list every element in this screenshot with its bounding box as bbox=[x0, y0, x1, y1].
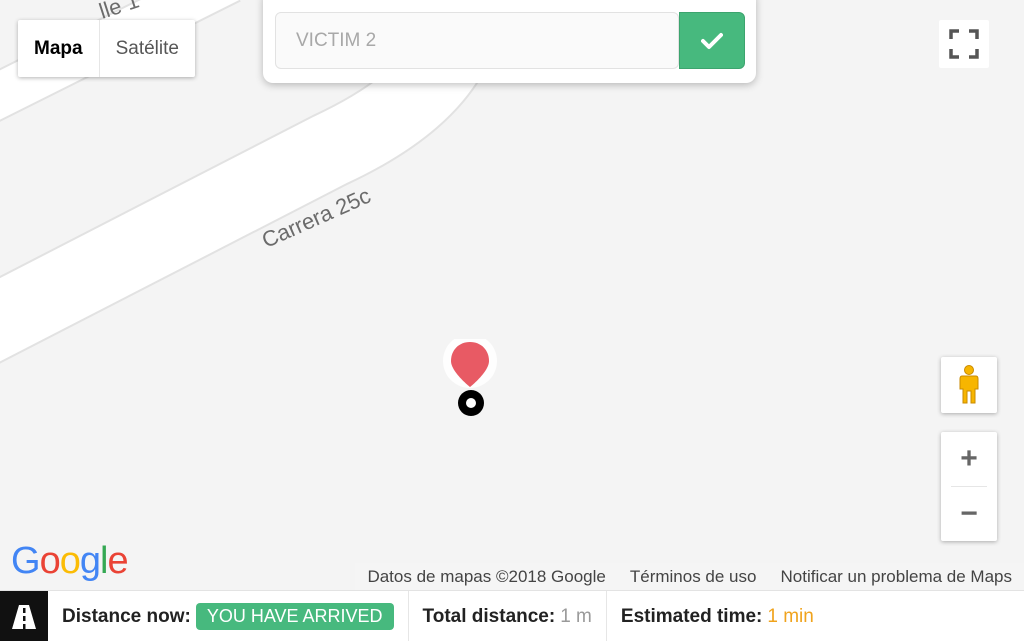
google-logo-letter: e bbox=[107, 540, 128, 582]
total-distance-value: 1 m bbox=[560, 605, 592, 627]
map-pin-icon bbox=[443, 334, 497, 416]
terms-of-use-link[interactable]: Términos de uso bbox=[618, 567, 769, 587]
zoom-out-button[interactable]: − bbox=[941, 487, 997, 541]
estimated-time-label: Estimated time: bbox=[620, 605, 763, 627]
map-data-credit: Datos de mapas ©2018 Google bbox=[367, 566, 606, 586]
arrived-badge: YOU HAVE ARRIVED bbox=[195, 603, 394, 630]
location-marker[interactable] bbox=[442, 334, 498, 419]
road-icon-box bbox=[0, 591, 48, 641]
victim-search-input[interactable] bbox=[275, 12, 679, 69]
map-canvas[interactable]: Carrera 25c lle 1 Mapa Satélite VICTIM 2… bbox=[0, 0, 1024, 590]
search-panel bbox=[263, 0, 756, 83]
app-frame: Carrera 25c lle 1 Mapa Satélite VICTIM 2… bbox=[0, 0, 1024, 641]
status-bar: Distance now: YOU HAVE ARRIVED Total dis… bbox=[0, 590, 1024, 641]
fullscreen-icon bbox=[949, 29, 979, 59]
distance-now: Distance now: YOU HAVE ARRIVED bbox=[48, 591, 408, 641]
google-logo-letter: G bbox=[11, 540, 41, 582]
google-logo: Google bbox=[11, 540, 129, 583]
confirm-button[interactable] bbox=[679, 12, 745, 69]
total-distance-label: Total distance: bbox=[422, 605, 556, 627]
map-attribution: Datos de mapas ©2018 Google Términos de … bbox=[355, 563, 1024, 590]
google-logo-letter: o bbox=[39, 540, 61, 582]
total-distance: Total distance: 1 m bbox=[407, 591, 606, 641]
google-logo-letter: g bbox=[79, 540, 101, 582]
map-type-mapa[interactable]: Mapa bbox=[18, 20, 99, 77]
distance-now-label: Distance now: bbox=[62, 605, 191, 627]
fullscreen-button[interactable] bbox=[939, 20, 989, 68]
zoom-in-button[interactable]: + bbox=[941, 432, 997, 486]
google-logo-letter: o bbox=[59, 540, 81, 582]
road-icon bbox=[12, 604, 36, 629]
map-type-satelite[interactable]: Satélite bbox=[98, 20, 195, 77]
zoom-control: + − bbox=[941, 432, 997, 541]
map-type-control: Mapa Satélite bbox=[18, 20, 195, 77]
report-problem-link[interactable]: Notificar un problema de Maps bbox=[768, 567, 1024, 587]
pegman-icon bbox=[959, 365, 979, 404]
estimated-time: Estimated time: 1 min bbox=[605, 591, 828, 641]
road-network bbox=[0, 0, 505, 364]
street-view-button[interactable] bbox=[941, 357, 997, 413]
check-icon bbox=[701, 32, 723, 49]
estimated-time-value: 1 min bbox=[767, 605, 814, 627]
